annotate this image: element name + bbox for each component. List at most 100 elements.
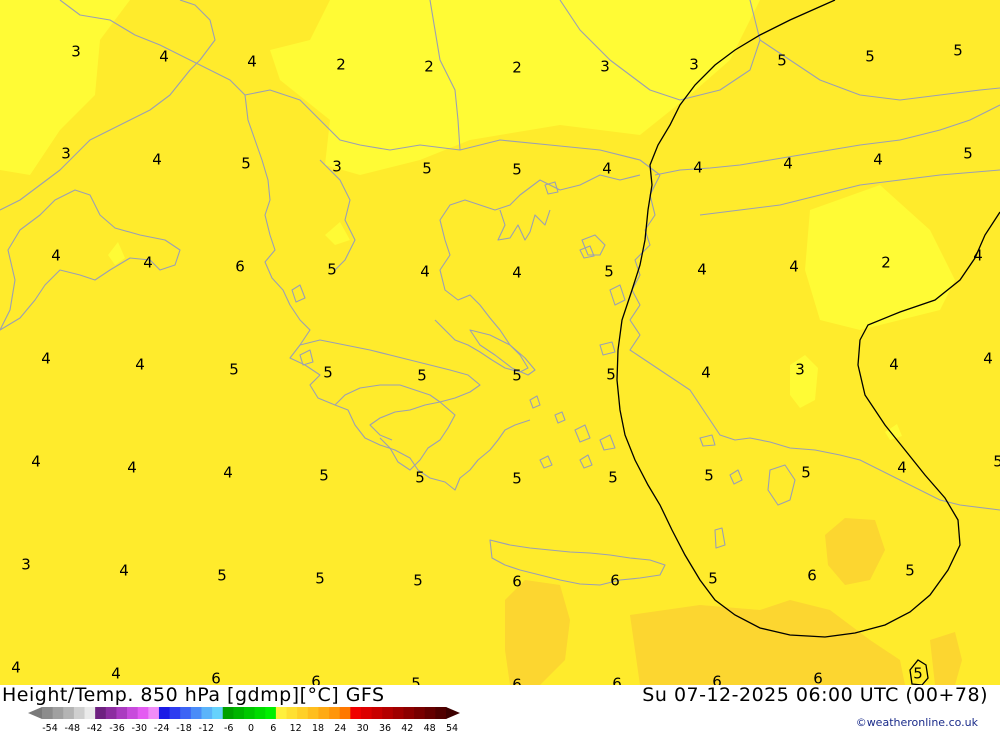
temperature-label: 4 — [152, 151, 162, 169]
scale-swatch — [137, 707, 149, 719]
temperature-label: 6 — [512, 676, 522, 686]
scale-tick-label: -24 — [154, 723, 170, 733]
scale-tick-label: 24 — [334, 723, 346, 733]
scale-tick-label: 54 — [446, 723, 458, 733]
scale-swatch — [339, 707, 351, 719]
scale-swatch — [392, 707, 404, 719]
temperature-label: 5 — [315, 570, 325, 588]
temperature-label: 4 — [889, 356, 899, 374]
scale-swatch — [180, 707, 192, 719]
temperature-label: 4 — [135, 356, 145, 374]
temperature-label: 4 — [159, 48, 169, 66]
temperature-label: 4 — [701, 364, 711, 382]
scale-swatch — [42, 707, 54, 719]
color-scale-ticks: -54 -48 -42 -36 -30 -24 -18 -12 -6 0 6 12 18 24 30 36 42… — [42, 723, 458, 733]
temperature-label: 5 — [413, 572, 423, 590]
scale-swatch — [116, 707, 128, 719]
scale-swatch — [307, 707, 319, 719]
scale-tick-label: 6 — [270, 723, 276, 733]
map-datetime: Su 07-12-2025 06:00 UTC (00+78) — [642, 684, 988, 706]
temperature-label: 4 — [973, 247, 983, 265]
temperature-label: 5 — [708, 570, 718, 588]
scale-swatch — [233, 707, 245, 719]
temperature-label: 5 — [865, 48, 875, 66]
temperature-label: 5 — [217, 567, 227, 585]
color-scale-legend: -54 -48 -42 -36 -30 -24 -18 -12 -6 0 6 12 18 24 30 36 42… — [28, 707, 460, 733]
temperature-label: 5 — [608, 469, 618, 487]
footer-bar: Height/Temp. 850 hPa [gdmp][°C] GFS Su 0… — [0, 684, 1000, 733]
scale-tick-label: -36 — [109, 723, 125, 733]
scale-tick-label: 18 — [312, 723, 324, 733]
scale-swatch — [190, 707, 202, 719]
temperature-label: 4 — [697, 261, 707, 279]
scale-swatch — [382, 707, 394, 719]
scale-swatch — [329, 707, 341, 719]
temperature-label: 5 — [604, 263, 614, 281]
temperature-label: 5 — [512, 367, 522, 385]
scale-tick-label: 42 — [401, 723, 413, 733]
scale-swatch — [403, 707, 415, 719]
scale-swatch — [286, 707, 298, 719]
credit-link[interactable]: ©weatheronline.co.uk — [856, 716, 978, 729]
scale-tick-label: -48 — [65, 723, 81, 733]
temperature-label: 5 — [323, 364, 333, 382]
scale-tick-label: -6 — [224, 723, 233, 733]
temperature-label: 5 — [963, 145, 973, 163]
scale-tick-label: 48 — [424, 723, 436, 733]
scale-tick-label: -18 — [176, 723, 192, 733]
temperature-label: 5 — [417, 367, 427, 385]
temperature-label: 4 — [247, 53, 257, 71]
temperature-label: 3 — [332, 158, 342, 176]
scale-tick-label: -54 — [42, 723, 58, 733]
temperature-label: 6 — [211, 670, 221, 686]
temperature-label: 4 — [897, 459, 907, 477]
temperature-label: 5 — [777, 52, 787, 70]
scale-swatch — [84, 707, 96, 719]
temperature-label: 2 — [336, 56, 346, 74]
temperature-label: 4 — [143, 254, 153, 272]
scale-tick-label: -30 — [132, 723, 148, 733]
temperature-label: 4 — [983, 350, 993, 368]
temperature-label: 6 — [612, 675, 622, 686]
scale-tick-label: -42 — [87, 723, 103, 733]
scale-tick-label: 12 — [290, 723, 302, 733]
scale-arrow-left — [28, 707, 42, 719]
scale-swatch — [222, 707, 234, 719]
temperature-label: 4 — [119, 562, 129, 580]
scale-swatch — [63, 707, 75, 719]
scale-swatch — [275, 707, 287, 719]
temperature-label: 3 — [21, 556, 31, 574]
temperature-label: 4 — [873, 151, 883, 169]
temperature-label: 5 — [411, 675, 421, 686]
scale-tick-label: -12 — [199, 723, 215, 733]
temperature-label: 4 — [693, 159, 703, 177]
temperature-label: 5 — [704, 467, 714, 485]
scale-swatch — [244, 707, 256, 719]
temperature-label: 5 — [422, 160, 432, 178]
scale-swatch — [105, 707, 117, 719]
temperature-label: 5 — [953, 42, 963, 60]
weather-map: 3 4 4 2 2 2 3 3 5 5 5 3 4 5 3 5 5 4 4 4 4 5 4 4 6 5 4 4 5 4 4 2 4 4 4 5 5 5 5 5… — [0, 0, 1000, 685]
temperature-label: 3 — [71, 43, 81, 61]
temperature-label: 5 — [801, 464, 811, 482]
temperature-label: 4 — [789, 258, 799, 276]
temperature-label: 2 — [881, 254, 891, 272]
temperature-label: 4 — [420, 263, 430, 281]
scale-swatch — [158, 707, 170, 719]
scale-swatch — [201, 707, 213, 719]
map-title: Height/Temp. 850 hPa [gdmp][°C] GFS — [2, 684, 385, 706]
color-scale-bar — [28, 707, 460, 719]
temperature-label: 6 — [610, 572, 620, 590]
temperature-label: 6 — [807, 567, 817, 585]
temperature-label: 4 — [602, 160, 612, 178]
temperature-label: 6 — [512, 573, 522, 591]
scale-swatch — [73, 707, 85, 719]
temperature-label: 2 — [424, 58, 434, 76]
scale-swatch — [435, 707, 447, 719]
temperature-label: 6 — [235, 258, 245, 276]
scale-swatch — [350, 707, 362, 719]
temperature-label: 4 — [512, 264, 522, 282]
scale-swatch — [52, 707, 64, 719]
temperature-label: 4 — [31, 453, 41, 471]
scale-swatch — [95, 707, 107, 719]
